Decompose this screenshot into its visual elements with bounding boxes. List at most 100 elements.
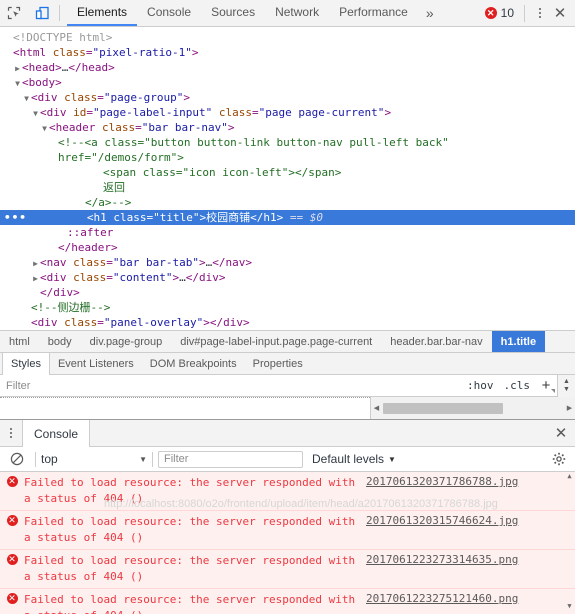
- clear-console-button[interactable]: [4, 452, 30, 466]
- horizontal-scrollbar[interactable]: ◀ ▶: [370, 397, 575, 419]
- scroll-up-icon[interactable]: ▲: [564, 472, 575, 484]
- scroll-down-icon[interactable]: ▼: [564, 602, 575, 614]
- tab-event-listeners[interactable]: Event Listeners: [50, 353, 142, 374]
- drawer-tab-console[interactable]: Console: [22, 420, 91, 447]
- dom-token-pseudo: ::after: [67, 226, 114, 239]
- dom-token-punc: <: [40, 256, 47, 269]
- customize-devtools-button[interactable]: [531, 8, 549, 18]
- tab-sources[interactable]: Sources: [201, 0, 265, 26]
- tab-styles[interactable]: Styles: [2, 353, 50, 375]
- log-levels-selector[interactable]: Default levels ▼: [312, 452, 396, 466]
- dom-node[interactable]: <span class="icon icon-left"></span>: [0, 165, 575, 180]
- dom-token-txt: …: [179, 271, 186, 284]
- dom-node[interactable]: <!--<a class="button button-link button-…: [0, 135, 575, 150]
- tab-console[interactable]: Console: [137, 0, 201, 26]
- dom-node[interactable]: href="/demos/form">: [0, 150, 575, 165]
- toggle-device-toolbar-button[interactable]: [28, 0, 56, 26]
- tab-performance[interactable]: Performance: [329, 0, 418, 26]
- more-tabs-icon[interactable]: »: [418, 0, 442, 26]
- breadcrumb-item-active[interactable]: h1.title: [491, 331, 546, 352]
- new-style-rule-button[interactable]: +: [535, 375, 557, 396]
- message-source-link[interactable]: 2017061223275121460.png: [366, 592, 532, 605]
- dom-token-punc: </: [68, 61, 82, 74]
- error-count-value: 10: [500, 6, 514, 20]
- console-vertical-scrollbar[interactable]: ▲ ▼: [564, 472, 575, 614]
- message-source-link[interactable]: 2017061320315746624.jpg: [366, 514, 532, 527]
- close-devtools-button[interactable]: ✕: [549, 4, 571, 22]
- inspect-element-icon: [7, 6, 21, 20]
- dom-node[interactable]: <!--侧边栅-->: [0, 300, 575, 315]
- tab-dom-breakpoints-label: DOM Breakpoints: [149, 357, 237, 370]
- tab-elements[interactable]: Elements: [67, 0, 138, 26]
- breadcrumb-item[interactable]: body: [39, 331, 81, 352]
- breadcrumb-item[interactable]: div.page-group: [81, 331, 172, 352]
- dom-node[interactable]: ▼ <body>: [0, 75, 575, 90]
- scroll-left-icon[interactable]: ◀: [371, 404, 382, 412]
- expand-triangle-icon[interactable]: ▶: [31, 271, 40, 286]
- dom-node[interactable]: ▼ <div class="page-group">: [0, 90, 575, 105]
- console-filter-input[interactable]: [158, 450, 303, 468]
- tab-dom-breakpoints[interactable]: DOM Breakpoints: [142, 353, 245, 374]
- dom-node[interactable]: 返回: [0, 180, 575, 195]
- console-message-list[interactable]: ✕ Failed to load resource: the server res…: [0, 472, 575, 614]
- message-source-link[interactable]: 2017061320371786788.jpg: [366, 475, 532, 488]
- expand-triangle-icon[interactable]: ▶: [31, 256, 40, 271]
- dom-node[interactable]: ▼ <div id="page-label-input" class="page …: [0, 105, 575, 120]
- scroll-right-icon[interactable]: ▶: [564, 404, 575, 412]
- dom-node[interactable]: ▶ <nav class="bar bar-tab">…</nav>: [0, 255, 575, 270]
- toggle-class-button[interactable]: .cls: [499, 379, 536, 392]
- dom-token-val: "page-group": [103, 91, 184, 104]
- dom-token-attr: class: [66, 256, 107, 269]
- collapse-triangle-icon[interactable]: ▼: [40, 121, 49, 136]
- panel-tabs: Elements Console Sources Network Perform…: [63, 0, 485, 26]
- console-error-message[interactable]: ✕ Failed to load resource: the server res…: [0, 511, 575, 550]
- dom-node[interactable]: <div class="panel-overlay"></div>: [0, 315, 575, 330]
- message-icon-cell: ✕: [0, 592, 24, 604]
- breadcrumb-item[interactable]: html: [0, 331, 39, 352]
- dom-token-punc: >: [384, 106, 392, 119]
- tab-properties[interactable]: Properties: [245, 353, 311, 374]
- dom-node[interactable]: ▶ <head>…</head>: [0, 60, 575, 75]
- collapse-triangle-icon[interactable]: ▼: [13, 76, 22, 91]
- expand-triangle-icon[interactable]: ▶: [13, 61, 22, 76]
- dom-node[interactable]: ▶ <div class="content">…</div>: [0, 270, 575, 285]
- breadcrumb-item[interactable]: header.bar.bar-nav: [381, 331, 491, 352]
- breadcrumb-item[interactable]: div#page-label-input.page.page-current: [171, 331, 381, 352]
- console-error-message[interactable]: ✕ Failed to load resource: the server res…: [0, 589, 575, 614]
- spinner-down-icon[interactable]: ▼: [563, 386, 570, 394]
- dom-token-punc: </: [40, 286, 54, 299]
- console-settings-button[interactable]: [547, 452, 571, 466]
- dom-token-punc: <: [40, 271, 47, 284]
- collapse-triangle-icon[interactable]: ▼: [22, 91, 31, 106]
- styles-filter-input[interactable]: [0, 375, 462, 396]
- tab-network[interactable]: Network: [265, 0, 329, 26]
- drawer-more-options-button[interactable]: [0, 420, 22, 446]
- collapse-triangle-icon[interactable]: ▼: [31, 106, 40, 121]
- error-count-badge[interactable]: ✕ 10: [484, 6, 514, 20]
- message-source-link[interactable]: 2017061223273314635.png: [366, 553, 532, 566]
- devtools-toolbar: Elements Console Sources Network Perform…: [0, 0, 575, 27]
- scrollbar-thumb[interactable]: [383, 402, 503, 414]
- spinner-up-icon[interactable]: ▲: [563, 378, 570, 386]
- dom-node[interactable]: </div>: [0, 285, 575, 300]
- execution-context-selector[interactable]: top ▼: [41, 452, 147, 466]
- console-error-message[interactable]: ✕ Failed to load resource: the server res…: [0, 550, 575, 589]
- styles-spinner[interactable]: ▲ ▼: [557, 374, 575, 397]
- console-error-message[interactable]: ✕ Failed to load resource: the server res…: [0, 472, 575, 511]
- inspect-element-button[interactable]: [0, 0, 28, 26]
- dom-node[interactable]: </header>: [0, 240, 575, 255]
- toggle-element-state-button[interactable]: :hov: [462, 379, 499, 392]
- dom-node[interactable]: <html class="pixel-ratio-1">: [0, 45, 575, 60]
- dom-node[interactable]: </a>-->: [0, 195, 575, 210]
- dom-tree[interactable]: <!DOCTYPE html> <html class="pixel-ratio-…: [0, 27, 575, 330]
- dom-node-selected[interactable]: ••• <h1 class="title">校园商铺</h1> == $0: [0, 210, 575, 225]
- dom-token-punc: =: [86, 106, 93, 119]
- dom-token-val: "bar bar-nav": [141, 121, 228, 134]
- dom-token-punc: >: [203, 316, 210, 329]
- dom-token-val: "content": [112, 271, 173, 284]
- device-toolbar-icon: [35, 6, 49, 20]
- dom-node[interactable]: ▼ <header class="bar bar-nav">: [0, 120, 575, 135]
- dom-node[interactable]: ::after: [0, 225, 575, 240]
- close-drawer-button[interactable]: ✕: [547, 420, 575, 446]
- dom-node[interactable]: <!DOCTYPE html>: [0, 30, 575, 45]
